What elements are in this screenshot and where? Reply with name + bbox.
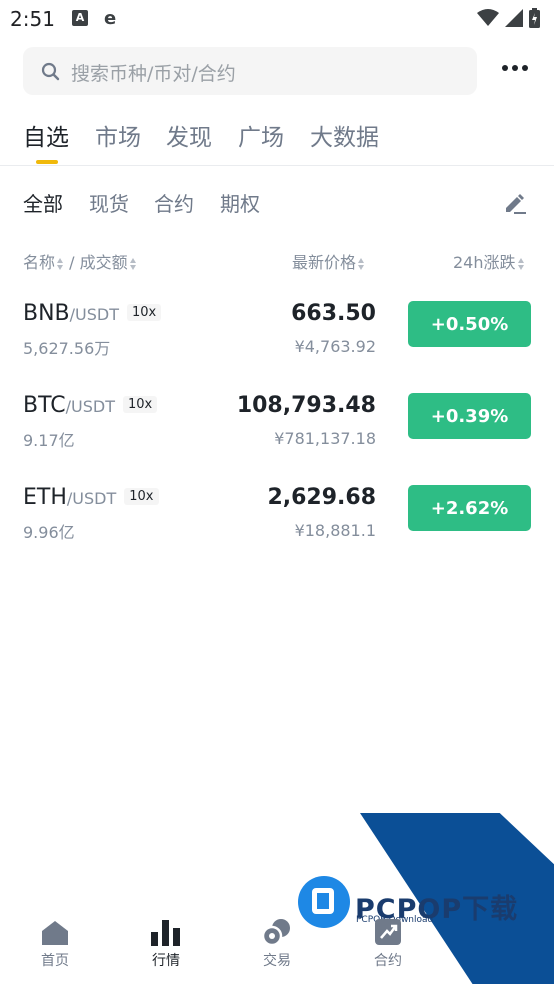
bottom-nav: 首页 行情 交易 合约 xyxy=(0,912,554,984)
pair-symbol: ETH/USDT 10x xyxy=(23,485,159,510)
table-row[interactable]: BTC/USDT 10x 9.17亿 108,793.48 ¥781,137.18… xyxy=(0,393,554,473)
quote-asset: /USDT xyxy=(66,489,117,508)
search-icon xyxy=(41,62,60,81)
change-badge[interactable]: +2.62% xyxy=(408,485,531,531)
nav-label: 合约 xyxy=(374,953,402,969)
browser-notification-icon: e xyxy=(104,8,117,29)
battery-icon xyxy=(529,8,540,28)
tab-discover[interactable]: 发现 xyxy=(166,118,212,152)
nav-home[interactable]: 首页 xyxy=(15,912,95,970)
fiat-price: ¥4,763.92 xyxy=(294,337,376,356)
volume-value: 9.96亿 xyxy=(23,523,75,542)
leverage-badge: 10x xyxy=(122,395,158,413)
notification-a-icon: A xyxy=(72,10,88,26)
volume-value: 9.17亿 xyxy=(23,431,75,450)
bar-chart-icon xyxy=(151,920,180,946)
leverage-badge: 10x xyxy=(127,303,162,321)
base-asset: ETH xyxy=(23,485,67,510)
table-row[interactable]: BNB/USDT 10x 5,627.56万 663.50 ¥4,763.92 +… xyxy=(0,301,554,381)
subtab-options[interactable]: 期权 xyxy=(220,188,260,217)
change-badge[interactable]: +0.39% xyxy=(408,393,531,439)
tab-square[interactable]: 广场 xyxy=(238,118,284,152)
more-menu-icon[interactable] xyxy=(502,63,528,73)
base-asset: BTC xyxy=(23,393,66,418)
tab-market[interactable]: 市场 xyxy=(95,118,141,152)
change-badge[interactable]: +0.50% xyxy=(408,301,531,347)
col-change-label: 24h涨跌 xyxy=(453,253,516,272)
subtab-all[interactable]: 全部 xyxy=(23,188,63,217)
sort-icon xyxy=(57,257,64,271)
edit-icon[interactable] xyxy=(502,190,528,216)
last-price: 663.50 xyxy=(291,301,376,326)
tabs-divider xyxy=(0,165,554,166)
nav-label: 行情 xyxy=(152,953,180,969)
nav-label: 首页 xyxy=(41,953,69,969)
last-price: 2,629.68 xyxy=(267,485,376,510)
base-asset: BNB xyxy=(23,301,70,326)
status-bar: 2:51 A e xyxy=(0,0,554,38)
table-row[interactable]: ETH/USDT 10x 9.96亿 2,629.68 ¥18,881.1 +2.… xyxy=(0,485,554,565)
fiat-price: ¥18,881.1 xyxy=(294,521,376,540)
quote-asset: /USDT xyxy=(69,305,120,324)
sort-icon xyxy=(129,257,137,271)
tab-big-data[interactable]: 大数据 xyxy=(310,118,379,152)
status-time: 2:51 xyxy=(10,7,55,31)
nav-label: 交易 xyxy=(263,953,291,969)
quote-asset: /USDT xyxy=(65,397,115,416)
trade-icon xyxy=(262,919,290,946)
sort-icon xyxy=(358,257,365,271)
subtab-spot[interactable]: 现货 xyxy=(89,188,129,217)
fiat-price: ¥781,137.18 xyxy=(274,429,376,448)
search-bar[interactable]: 搜索币种/币对/合约 xyxy=(23,47,477,95)
col-separator: / xyxy=(69,253,75,272)
tab-watchlist[interactable]: 自选 xyxy=(23,118,69,152)
col-name-volume-header[interactable]: 名称 / 成交额 xyxy=(23,249,137,273)
nav-markets[interactable]: 行情 xyxy=(126,912,206,970)
last-price: 108,793.48 xyxy=(236,393,376,418)
volume-value: 5,627.56万 xyxy=(23,339,111,358)
active-tab-indicator xyxy=(36,160,58,164)
pair-symbol: BNB/USDT 10x xyxy=(23,301,162,326)
leverage-badge: 10x xyxy=(124,487,159,505)
futures-icon xyxy=(375,919,401,945)
col-change-header[interactable]: 24h涨跌 xyxy=(453,249,525,273)
home-icon xyxy=(42,921,68,945)
col-volume-label: 成交额 xyxy=(79,253,128,272)
col-price-header[interactable]: 最新价格 xyxy=(292,249,365,273)
search-placeholder: 搜索币种/币对/合约 xyxy=(71,63,236,85)
nav-trade[interactable]: 交易 xyxy=(237,912,317,970)
signal-icon xyxy=(505,9,523,27)
pair-symbol: BTC/USDT 10x xyxy=(23,393,158,418)
col-price-label: 最新价格 xyxy=(292,253,357,272)
sort-icon xyxy=(517,257,525,271)
subtab-futures[interactable]: 合约 xyxy=(154,188,194,217)
col-name-label: 名称 xyxy=(23,253,56,272)
wifi-icon xyxy=(477,9,499,26)
nav-futures[interactable]: 合约 xyxy=(348,912,428,970)
